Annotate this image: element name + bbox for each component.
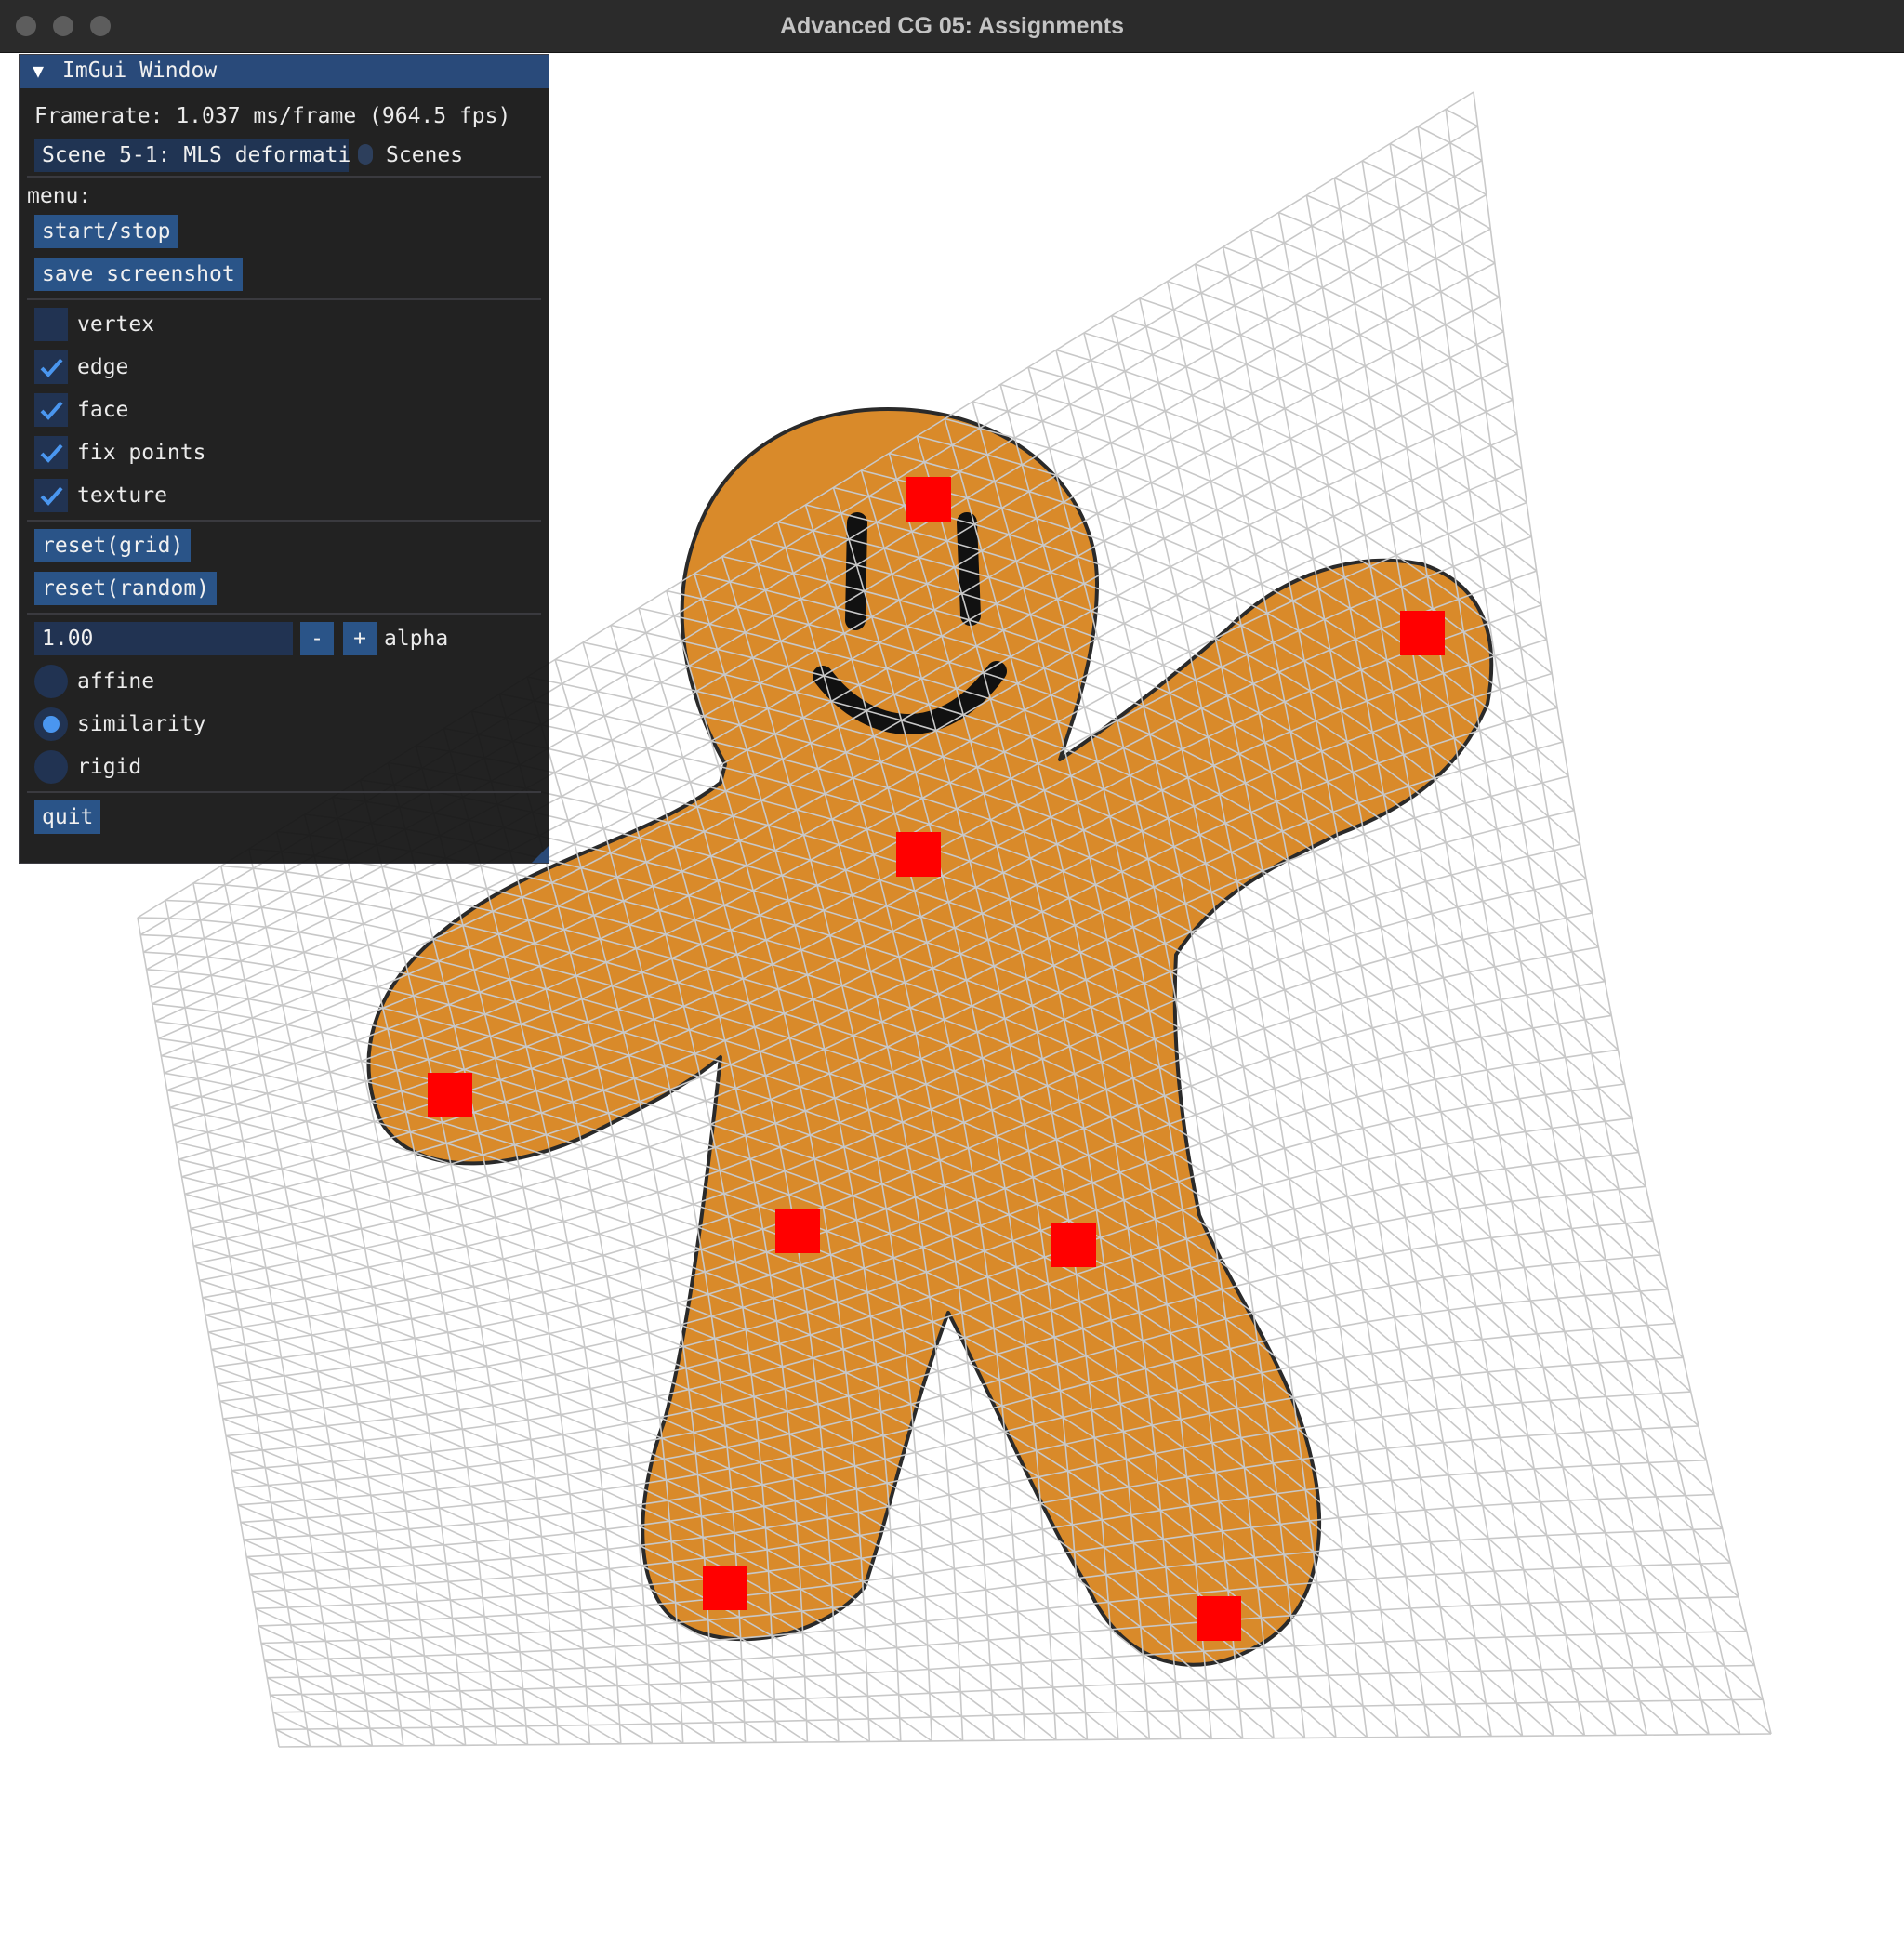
rigid-radio[interactable] [34, 750, 68, 784]
texture-checkbox[interactable] [34, 479, 68, 512]
framerate-text: Framerate: 1.037 ms/frame (964.5 fps) [34, 104, 511, 128]
grid-edge [1417, 126, 1483, 162]
alpha-label: alpha [384, 627, 449, 651]
fix-points-label: fix points [77, 441, 206, 465]
grid-edge [270, 1694, 373, 1747]
face-checkbox[interactable] [34, 393, 68, 427]
left-eye [845, 512, 867, 630]
fix-point-right-foot[interactable] [1197, 1596, 1241, 1641]
edge-checkbox[interactable] [34, 350, 68, 384]
quit-button[interactable]: quit [34, 800, 101, 834]
similarity-radio[interactable] [34, 707, 68, 741]
menu-label: menu: [27, 184, 92, 208]
grid-edge [1223, 245, 1514, 401]
fix-point-left-hand[interactable] [428, 1073, 472, 1117]
alpha-decrement-button[interactable]: - [300, 622, 334, 655]
checkmark-icon [40, 401, 63, 420]
face-label: face [77, 398, 129, 422]
fix-point-left-hip[interactable] [775, 1209, 820, 1253]
collapse-triangle-icon[interactable]: ▼ [33, 59, 44, 82]
alpha-increment-button[interactable]: + [343, 622, 377, 655]
combo-arrow-icon[interactable] [358, 144, 373, 165]
grid-edge [1389, 142, 1488, 196]
fix-points-checkbox[interactable] [34, 436, 68, 469]
grid-edge [165, 900, 311, 1747]
imgui-title-bar[interactable]: ▼ ImGui Window [20, 55, 549, 88]
start-stop-button[interactable]: start/stop [34, 215, 178, 248]
reset-grid-button[interactable]: reset(grid) [34, 529, 192, 562]
fix-point-right-hip[interactable] [1051, 1222, 1096, 1267]
checkmark-icon [40, 358, 63, 377]
separator [27, 520, 541, 522]
separator [27, 176, 541, 178]
imgui-title: ImGui Window [62, 59, 218, 83]
similarity-label: similarity [77, 712, 206, 736]
window-titlebar: Advanced CG 05: Assignments [0, 0, 1904, 53]
separator [27, 613, 541, 615]
resize-grip[interactable] [532, 846, 549, 863]
fix-point-right-hand[interactable] [1400, 611, 1445, 655]
alpha-value: 1.00 [42, 627, 94, 651]
texture-label: texture [77, 483, 167, 508]
right-eye [957, 512, 981, 626]
separator [27, 791, 541, 793]
reset-random-button[interactable]: reset(random) [34, 572, 218, 605]
fix-point-chest[interactable] [896, 832, 941, 877]
grid-edge [1473, 91, 1772, 1735]
grid-edge [1445, 108, 1478, 127]
save-screenshot-button[interactable]: save screenshot [34, 258, 243, 291]
affine-label: affine [77, 669, 155, 694]
grid-edge [263, 1659, 435, 1747]
vertex-checkbox[interactable] [34, 308, 68, 341]
grid-edge [248, 848, 404, 1746]
checkmark-icon [40, 443, 63, 463]
alpha-input[interactable]: 1.00 [34, 622, 293, 655]
grid-edge [275, 1728, 311, 1748]
affine-radio[interactable] [34, 665, 68, 698]
scene-combo-label: Scenes [386, 143, 464, 167]
fix-point-left-foot[interactable] [703, 1566, 747, 1610]
checkmark-icon [40, 486, 63, 506]
imgui-window[interactable]: ▼ ImGui Window Framerate: 1.037 ms/frame… [19, 54, 549, 864]
window-title: Advanced CG 05: Assignments [779, 13, 1124, 39]
fix-point-head[interactable] [906, 477, 951, 522]
grid-edge [275, 1698, 1764, 1731]
grid-edge [1083, 332, 1538, 572]
scene-combo-value: Scene 5-1: MLS deformati [42, 143, 351, 167]
edge-label: edge [77, 355, 129, 379]
scene-combo[interactable]: Scene 5-1: MLS deformati [34, 139, 350, 172]
rigid-label: rigid [77, 755, 142, 779]
grid-edge [1333, 177, 1496, 264]
vertex-label: vertex [77, 312, 155, 337]
separator [27, 298, 541, 300]
radio-selected-dot [43, 716, 60, 733]
